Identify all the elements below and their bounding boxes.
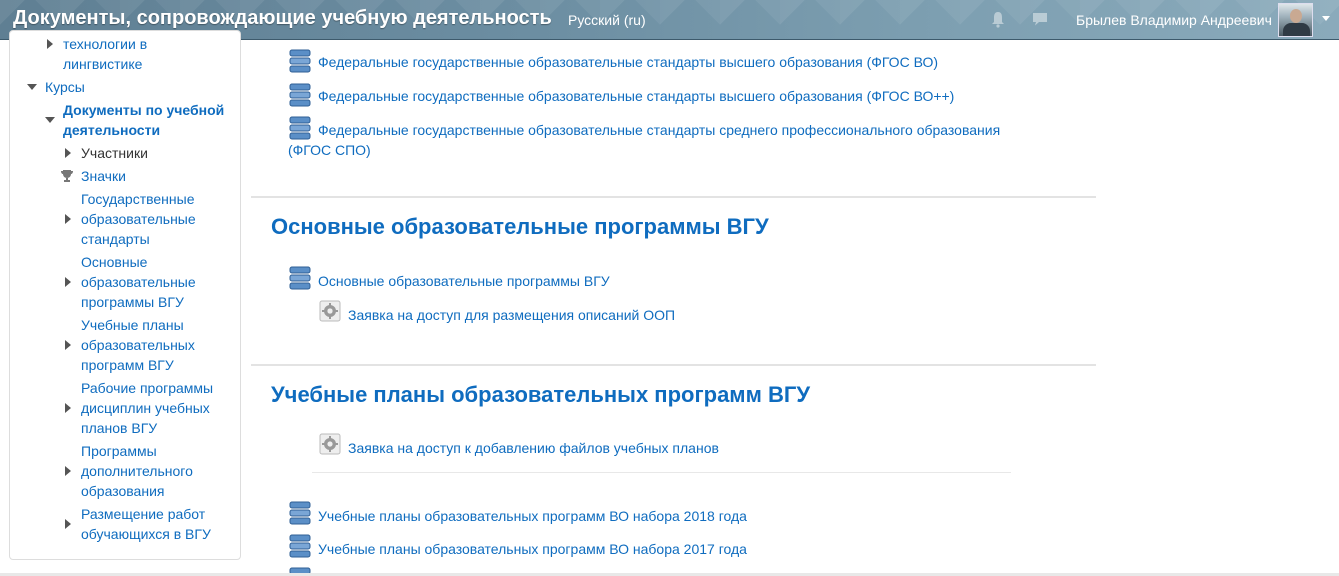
sidebar-item-label: образования (81, 483, 165, 499)
book-icon (289, 49, 311, 73)
sidebar-item-work-programs[interactable]: Рабочие программы дисциплин учебных план… (81, 378, 213, 438)
link-plans-access-request[interactable]: Заявка на доступ к добавлению файлов уче… (348, 438, 719, 458)
sidebar-item-label: стандарты (81, 231, 150, 247)
book-icon (289, 266, 311, 290)
collapse-arrow-icon[interactable] (45, 117, 55, 123)
section-title-main-programs: Основные образовательные программы ВГУ (271, 214, 769, 239)
sidebar-item-additional-education[interactable]: Программы дополнительного образования (81, 441, 193, 501)
trophy-icon (61, 170, 73, 182)
sidebar-item-label: Документы по учебной (63, 102, 225, 118)
avatar[interactable] (1278, 3, 1313, 37)
expand-arrow-icon[interactable] (65, 519, 71, 529)
avatar-body (1283, 23, 1310, 36)
link-fgos-vo-plus[interactable]: Федеральные государственные образователь… (318, 86, 954, 106)
link-fgos-vo[interactable]: Федеральные государственные образователь… (318, 52, 938, 72)
link-oop-access-request[interactable]: Заявка на доступ для размещения описаний… (348, 305, 675, 325)
expand-arrow-icon[interactable] (65, 214, 71, 224)
sidebar-item-label: образовательных (81, 337, 195, 353)
sidebar-item-label: дисциплин учебных (81, 400, 210, 416)
expand-arrow-icon[interactable] (47, 39, 53, 49)
sidebar-item-label: образовательные (81, 274, 196, 290)
sidebar-item-study-plans[interactable]: Учебные планы образовательных программ В… (81, 315, 195, 375)
sidebar-item-label: технологии в (63, 36, 148, 52)
book-icon (289, 501, 311, 525)
sidebar-item-label: лингвистике (63, 56, 143, 72)
language-menu[interactable]: Русский (ru) (568, 12, 646, 28)
bell-icon[interactable] (989, 10, 1007, 28)
sidebar-item-participants[interactable]: Участники (81, 143, 148, 163)
expand-arrow-icon[interactable] (65, 403, 71, 413)
section-divider (251, 364, 1096, 366)
book-icon (289, 116, 311, 140)
sidebar-item-label: образовательные (81, 211, 196, 227)
link-plans-2017[interactable]: Учебные планы образовательных программ В… (318, 539, 747, 559)
expand-arrow-icon[interactable] (65, 340, 71, 350)
user-menu-caret-icon[interactable] (1322, 16, 1330, 21)
sidebar-item-tech-linguistics[interactable]: технологии в лингвистике (63, 34, 147, 74)
sidebar-item-label: деятельности (63, 122, 161, 138)
section-divider (251, 196, 1096, 198)
sidebar-item-label: дополнительного (81, 463, 193, 479)
label-divider (312, 472, 1011, 473)
gear-icon (319, 300, 341, 322)
section-title-study-plans: Учебные планы образовательных программ В… (271, 382, 811, 407)
link-plans-2018[interactable]: Учебные планы образовательных программ В… (318, 506, 747, 526)
sidebar-item-label: Рабочие программы (81, 380, 214, 396)
user-name[interactable]: Брылев Владимир Андреевич (1076, 12, 1272, 28)
expand-arrow-icon[interactable] (65, 148, 71, 158)
sidebar-item-current-course[interactable]: Документы по учебной деятельности (63, 100, 224, 140)
sidebar-item-label: планов ВГУ (81, 420, 158, 436)
sidebar-item-label: программы ВГУ (81, 294, 184, 310)
link-fgos-spo-continued[interactable]: (ФГОС СПО) (288, 140, 371, 160)
sidebar-item-courses[interactable]: Курсы (45, 77, 85, 97)
sidebar-item-badges[interactable]: Значки (81, 166, 126, 186)
sidebar-item-main-programs[interactable]: Основные образовательные программы ВГУ (81, 252, 196, 312)
gear-icon (319, 433, 341, 455)
sidebar-item-student-works[interactable]: Размещение работ обучающихся в ВГУ (81, 504, 211, 544)
collapse-arrow-icon[interactable] (27, 84, 37, 90)
sidebar-item-label: Учебные планы (81, 317, 184, 333)
sidebar-item-label: программ ВГУ (81, 357, 174, 373)
message-icon[interactable] (1031, 10, 1049, 28)
sidebar-item-label: Государственные (81, 191, 195, 207)
sidebar-item-label: обучающихся в ВГУ (81, 526, 211, 542)
expand-arrow-icon[interactable] (65, 466, 71, 476)
avatar-face (1290, 9, 1302, 23)
site-title[interactable]: Документы, сопровождающие учебную деятел… (13, 7, 552, 30)
sidebar-item-label: Размещение работ (81, 506, 206, 522)
expand-arrow-icon[interactable] (65, 277, 71, 287)
sidebar-item-label: Основные (81, 254, 148, 270)
book-icon (289, 534, 311, 558)
sidebar-item-label: Программы (81, 443, 157, 459)
book-icon (289, 83, 311, 107)
link-fgos-spo[interactable]: Федеральные государственные образователь… (318, 120, 1000, 140)
link-main-programs[interactable]: Основные образовательные программы ВГУ (318, 271, 610, 291)
sidebar-item-state-standards[interactable]: Государственные образовательные стандарт… (81, 189, 196, 249)
